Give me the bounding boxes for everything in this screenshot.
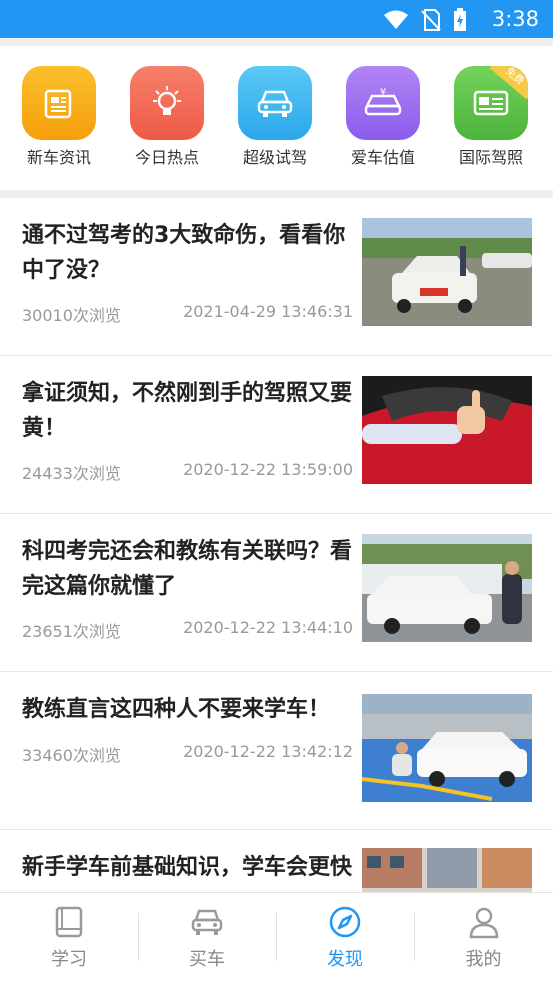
clock: 3:38 [491,7,539,31]
article-date: 2020-12-22 13:44:10 [183,618,353,637]
article-thumbnail [362,694,532,802]
article-thumbnail [362,848,532,892]
article-card[interactable]: 通不过驾考的3大致命伤，看看你中了没？ 30010次浏览 2021-04-29 … [0,198,553,356]
article-feed[interactable]: 通不过驾考的3大致命伤，看看你中了没？ 30010次浏览 2021-04-29 … [0,198,553,892]
tab-label: 学习 [51,949,87,970]
bottom-tab-bar: 学习 买车 发现 我的 [0,892,553,983]
article-title: 教练直言这四种人不要来学车！ [22,697,331,722]
license-card-icon: 免费 [454,66,528,140]
newspaper-icon [22,66,96,140]
section-divider [0,190,553,198]
article-title: 新手学车前基础知识，学车会更快 [22,855,353,880]
tab-label: 买车 [189,949,225,970]
article-thumbnail [362,218,532,326]
quick-action-label: 爱车估值 [350,148,415,167]
quick-action-test-drive[interactable]: 超级试驾 [225,66,325,168]
battery-charging-icon [453,8,467,32]
svg-text:¥: ¥ [380,87,386,98]
tab-profile[interactable]: 我的 [414,893,553,984]
tab-study[interactable]: 学习 [0,893,138,984]
article-views: 33460次浏览 [22,746,121,765]
book-icon [52,905,86,939]
article-views: 24433次浏览 [22,464,121,483]
lightbulb-icon [130,66,204,140]
article-card[interactable]: 拿证须知，不然刚到手的驾照又要黄！ 24433次浏览 2020-12-22 13… [0,356,553,514]
article-title: 拿证须知，不然刚到手的驾照又要黄！ [22,381,353,441]
article-card[interactable]: 新手学车前基础知识，学车会更快 [0,830,553,892]
compass-icon [328,905,362,939]
article-title: 通不过驾考的3大致命伤，看看你中了没？ [22,223,346,283]
article-date: 2020-12-22 13:42:12 [183,742,353,761]
car-front-icon [238,66,312,140]
quick-action-intl-license[interactable]: 免费 国际驾照 [441,66,541,168]
tab-label: 我的 [465,949,502,970]
quick-actions-row: 新车资讯 今日热点 超级试驾 ¥ 爱车估值 免费 国际驾照 [0,46,553,190]
car-price-icon: ¥ [346,66,420,140]
article-date: 2020-12-22 13:59:00 [183,460,353,479]
article-views: 30010次浏览 [22,306,121,325]
tab-label: 发现 [327,949,363,970]
header-divider [0,38,553,46]
tab-buy-car[interactable]: 买车 [138,893,276,984]
status-bar: 3:38 [0,0,553,38]
no-sim-icon [421,9,441,31]
quick-action-label: 新车资讯 [26,148,91,167]
article-date: 2021-04-29 13:46:31 [183,302,353,321]
wifi-icon [383,10,409,30]
article-thumbnail [362,534,532,642]
article-views: 23651次浏览 [22,622,121,641]
article-thumbnail [362,376,532,484]
quick-action-car-valuation[interactable]: ¥ 爱车估值 [333,66,433,168]
article-card[interactable]: 教练直言这四种人不要来学车！ 33460次浏览 2020-12-22 13:42… [0,672,553,830]
quick-action-hot-today[interactable]: 今日热点 [117,66,217,168]
quick-action-label: 今日热点 [134,148,199,167]
quick-action-label: 超级试驾 [242,148,307,167]
user-icon [467,905,501,939]
tab-discover[interactable]: 发现 [276,893,414,984]
status-icons [383,8,467,32]
quick-action-new-car-news[interactable]: 新车资讯 [9,66,109,168]
quick-action-label: 国际驾照 [458,148,523,167]
article-title: 科四考完还会和教练有关联吗？看完这篇你就懂了 [22,539,353,599]
car-icon [190,905,224,939]
article-card[interactable]: 科四考完还会和教练有关联吗？看完这篇你就懂了 23651次浏览 2020-12-… [0,514,553,672]
